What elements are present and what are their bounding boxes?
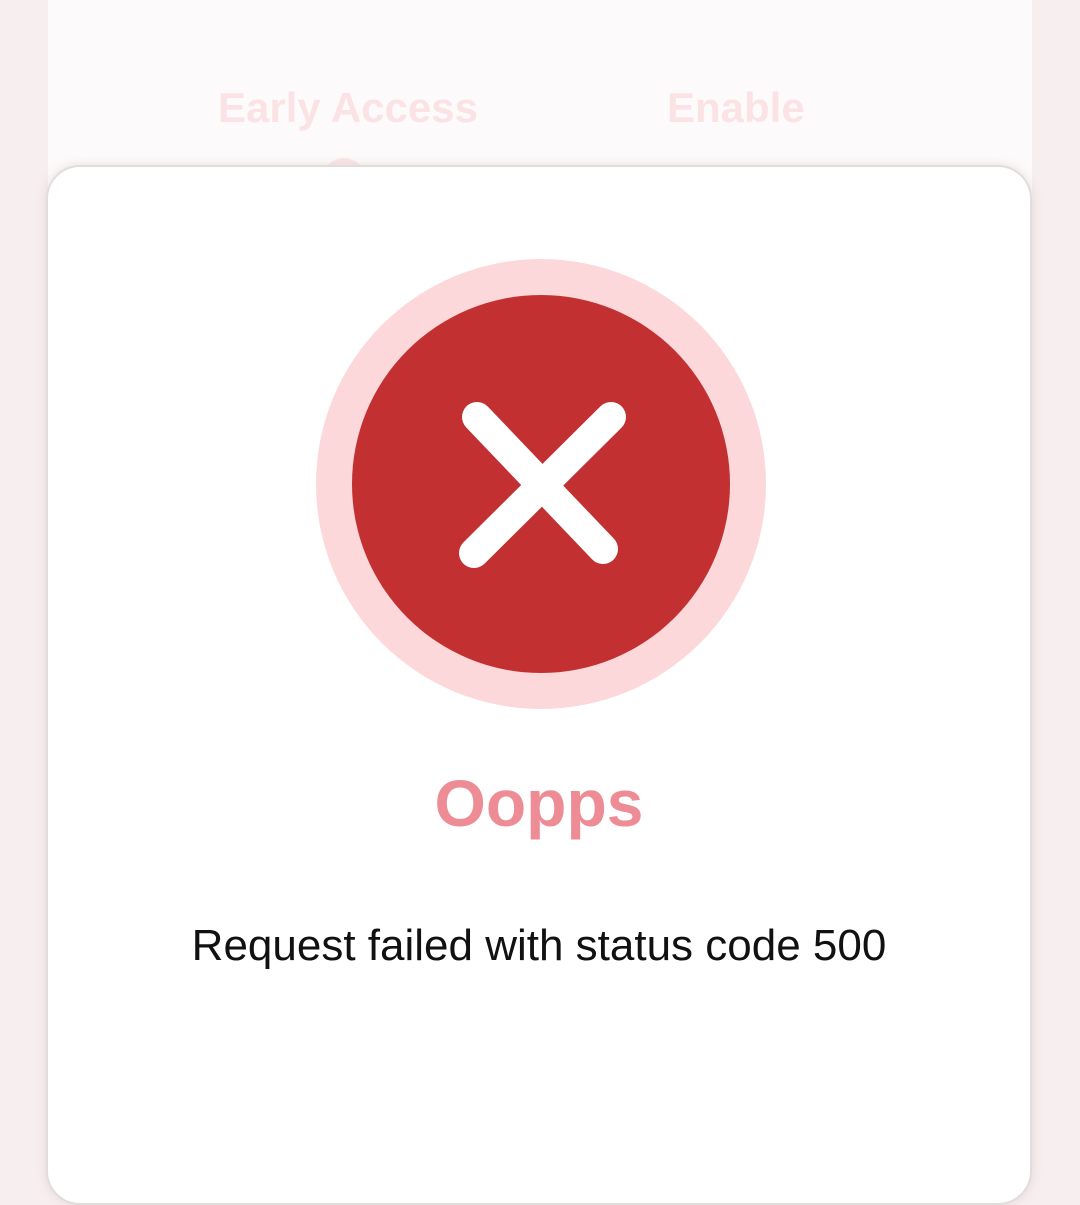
- tab-enable[interactable]: Enable: [667, 84, 805, 132]
- close-icon: [316, 259, 766, 709]
- error-dialog: Oopps Request failed with status code 50…: [46, 165, 1032, 1205]
- dialog-title: Oopps: [434, 766, 644, 840]
- error-icon: [316, 259, 766, 709]
- dialog-message: Request failed with status code 500: [191, 921, 887, 970]
- tab-early-access[interactable]: Early Access: [218, 84, 478, 132]
